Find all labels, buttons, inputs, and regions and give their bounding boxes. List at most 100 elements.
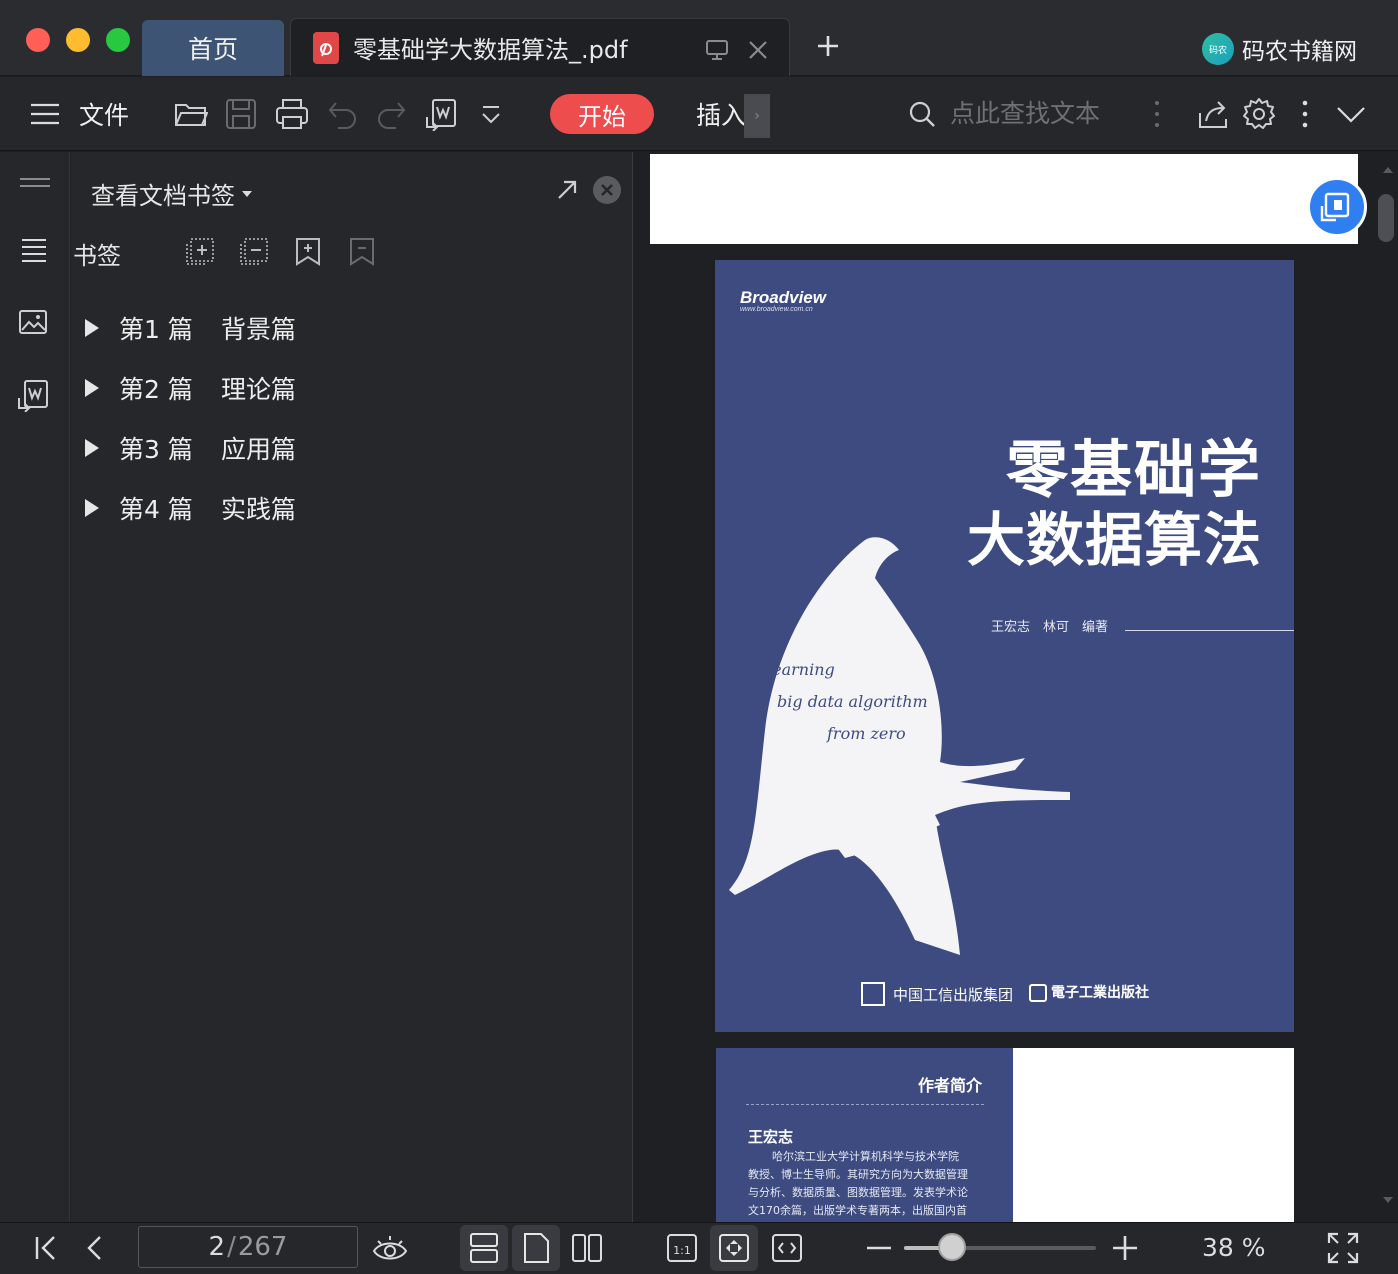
- previous-page-icon[interactable]: [78, 1231, 112, 1265]
- brand-name: 码农书籍网: [1242, 39, 1357, 65]
- expand-triangle-icon[interactable]: [85, 319, 99, 337]
- tab-home[interactable]: 首页: [142, 20, 284, 76]
- file-menu-button[interactable]: 文件: [79, 96, 129, 132]
- bookmark-item-part3[interactable]: 第3 篇 应用篇: [85, 428, 296, 468]
- scroll-up-arrow-icon[interactable]: [1382, 166, 1394, 174]
- display-icon[interactable]: [705, 39, 729, 61]
- cover-group-name: 中国工信出版集团: [893, 986, 1014, 1004]
- expand-triangle-icon[interactable]: [85, 379, 99, 397]
- collapse-panel-icon[interactable]: [18, 176, 52, 190]
- pdf-page-1: [650, 154, 1358, 244]
- intro-text-line: 哈尔滨工业大学计算机科学与技术学院: [772, 1150, 959, 1163]
- thumbnails-image-icon[interactable]: [18, 308, 48, 336]
- pdf-to-word-icon[interactable]: [424, 97, 458, 131]
- bookmarks-section-label: 书签: [73, 242, 121, 270]
- pdf-page-cover: Broadview www.broadview.com.cn 零基础学 大数据算…: [715, 260, 1294, 1032]
- current-page[interactable]: 2: [209, 1232, 226, 1262]
- vertical-scrollbar[interactable]: [1376, 152, 1398, 1222]
- actual-size-icon[interactable]: 1:1: [665, 1231, 699, 1265]
- toolbar: 开始 插入 ›: [0, 77, 1398, 151]
- menu-icon[interactable]: [28, 97, 62, 131]
- scrollbar-thumb[interactable]: [1378, 194, 1394, 242]
- intro-text-line: 文170余篇，出版学术专著两本，出版国内首: [748, 1204, 967, 1217]
- more-vertical-icon[interactable]: [1150, 97, 1184, 131]
- expand-triangle-icon[interactable]: [85, 499, 99, 517]
- collapse-toolbar-chevron-icon[interactable]: [1334, 97, 1368, 131]
- single-page-icon: [519, 1231, 553, 1265]
- svg-text:1:1: 1:1: [673, 1244, 691, 1257]
- caret-down-icon: [241, 189, 253, 199]
- bookmarks-list-icon[interactable]: [20, 236, 48, 264]
- more-options-icon[interactable]: [1298, 97, 1332, 131]
- add-bookmark-icon[interactable]: [185, 236, 215, 266]
- more-tools-dropdown-icon[interactable]: [478, 97, 512, 131]
- zoom-in-icon[interactable]: [1108, 1231, 1142, 1265]
- pop-out-arrow-icon[interactable]: [555, 178, 579, 202]
- tab-document[interactable]: 零基础学大数据算法_.pdf: [290, 18, 790, 76]
- intro-author-name: 王宏志: [748, 1128, 794, 1146]
- close-window-button[interactable]: [26, 28, 50, 52]
- zoom-out-icon[interactable]: [862, 1231, 896, 1265]
- pdf-page-author-intro: 作者简介 王宏志 哈尔滨工业大学计算机科学与技术学院 教授、博士生导师。其研究方…: [716, 1048, 1294, 1222]
- eye-protection-icon[interactable]: [372, 1231, 408, 1265]
- close-panel-button[interactable]: [593, 176, 621, 204]
- group-logo-icon: [861, 982, 885, 1006]
- zoom-slider-knob[interactable]: [938, 1233, 966, 1261]
- cover-script-line3: from zero: [827, 724, 906, 743]
- print-icon[interactable]: [275, 97, 309, 131]
- floating-convert-button[interactable]: [1307, 177, 1367, 237]
- search-icon: [908, 100, 936, 128]
- search-input[interactable]: [950, 96, 1140, 130]
- bookmark-item-part2[interactable]: 第2 篇 理论篇: [85, 368, 296, 408]
- bookmark-panel: 查看文档书签 书签 第1 篇 背景篇 第2 篇 理论篇 第3 篇 应用篇 第4 …: [71, 152, 633, 1222]
- undo-icon[interactable]: [326, 97, 360, 131]
- panel-title-dropdown[interactable]: 查看文档书签: [91, 176, 253, 211]
- cover-script-line2: big data algorithm: [777, 692, 928, 711]
- bookmark-title: 理论篇: [221, 375, 297, 404]
- intro-text-line: 教授、博士生导师。其研究方向为大数据管理: [748, 1168, 968, 1181]
- minimize-window-button[interactable]: [66, 28, 90, 52]
- status-bar: 2 / 267 1:1 38 %: [0, 1222, 1398, 1274]
- page-number-field[interactable]: 2 / 267: [138, 1226, 358, 1268]
- toolbar-scroll-right-icon[interactable]: ›: [744, 94, 770, 138]
- insert-tab-button[interactable]: 插入: [696, 96, 746, 132]
- cover-press-name: 電子工業出版社: [1051, 985, 1149, 1001]
- bookmark-title: 实践篇: [221, 495, 297, 524]
- intro-heading: 作者简介: [918, 1076, 983, 1095]
- bookmark-title: 背景篇: [221, 315, 297, 344]
- zoom-percentage[interactable]: 38 %: [1202, 1233, 1266, 1262]
- scroll-down-arrow-icon[interactable]: [1382, 1196, 1394, 1204]
- remove-bookmark-icon[interactable]: [239, 236, 269, 266]
- share-icon[interactable]: [1196, 97, 1230, 131]
- close-tab-icon[interactable]: [747, 39, 769, 61]
- left-sidebar-rail: [0, 152, 70, 1222]
- open-folder-icon[interactable]: [174, 97, 208, 131]
- maximize-window-button[interactable]: [106, 28, 130, 52]
- bookmark-number: 第4 篇: [119, 495, 193, 524]
- two-page-view-icon[interactable]: [570, 1231, 604, 1265]
- pdf-to-word-sidebar-icon[interactable]: [16, 378, 50, 412]
- expand-triangle-icon[interactable]: [85, 439, 99, 457]
- author-rule: [1125, 630, 1294, 631]
- author-intro-panel: 作者简介 王宏志 哈尔滨工业大学计算机科学与技术学院 教授、博士生导师。其研究方…: [716, 1048, 1013, 1222]
- fullscreen-icon[interactable]: [1326, 1231, 1360, 1265]
- fit-width-icon[interactable]: [770, 1231, 804, 1265]
- pdf-file-icon: [313, 31, 339, 64]
- document-viewer[interactable]: Broadview www.broadview.com.cn 零基础学 大数据算…: [634, 152, 1376, 1222]
- new-tab-button[interactable]: [812, 30, 844, 62]
- settings-gear-icon[interactable]: [1242, 97, 1276, 131]
- bookmark-item-part1[interactable]: 第1 篇 背景篇: [85, 308, 296, 348]
- delete-bookmark-icon[interactable]: [347, 236, 377, 266]
- publisher-brand: Broadview: [740, 288, 826, 307]
- start-tab-button[interactable]: 开始: [550, 94, 654, 134]
- new-bookmark-icon[interactable]: [293, 236, 323, 266]
- redo-icon[interactable]: [374, 97, 408, 131]
- save-icon[interactable]: [224, 97, 258, 131]
- first-page-icon[interactable]: [30, 1231, 64, 1265]
- panel-title-text: 查看文档书签: [91, 182, 235, 210]
- bookmark-number: 第3 篇: [119, 435, 193, 464]
- bookmark-number: 第2 篇: [119, 375, 193, 404]
- bookmark-item-part4[interactable]: 第4 篇 实践篇: [85, 488, 296, 528]
- tab-document-label: 零基础学大数据算法_.pdf: [353, 36, 628, 64]
- bookmark-title: 应用篇: [221, 435, 297, 464]
